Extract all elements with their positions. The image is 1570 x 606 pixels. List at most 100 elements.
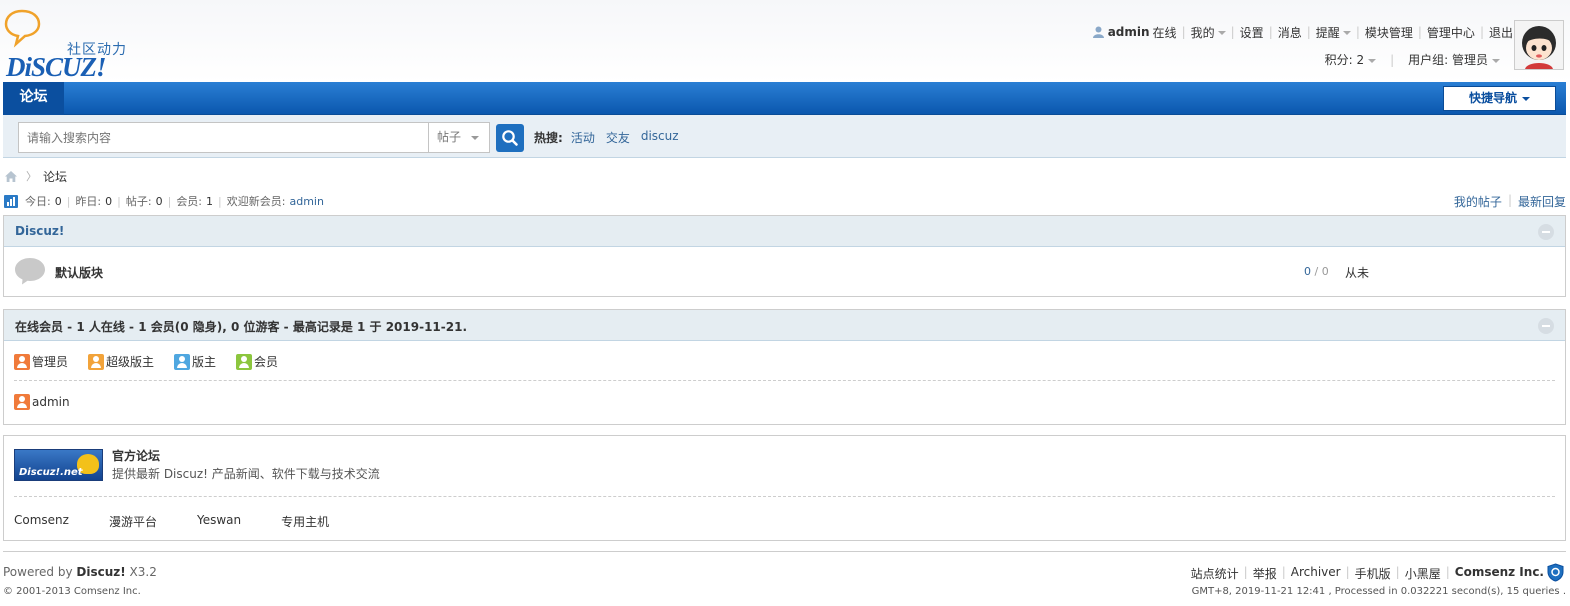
separator: |	[1268, 25, 1273, 39]
text-link[interactable]: Yeswan	[197, 513, 241, 530]
reminders-menu[interactable]: 提醒	[1316, 24, 1351, 41]
footer-link-blacklist[interactable]: 小黑屋	[1405, 565, 1441, 582]
footer-link-report[interactable]: 举报	[1253, 565, 1277, 582]
powered-brand-link[interactable]: Discuz!	[76, 565, 125, 579]
online-body: 管理员 超级版主 版主 会员 admin	[4, 341, 1565, 425]
breadcrumb: 〉 论坛	[4, 168, 67, 184]
reminders-label: 提醒	[1315, 25, 1340, 40]
online-user: admin	[14, 394, 70, 410]
chevron-down-icon	[1368, 58, 1377, 63]
separator: |	[1230, 25, 1235, 39]
hot-search: 热搜: 活动 交友 discuz	[534, 129, 690, 146]
search-bar: 帖子 热搜: 活动 交友 discuz	[3, 115, 1566, 158]
usergroup-menu[interactable]: 用户组: 管理员	[1408, 51, 1500, 68]
newest-member-link[interactable]: admin	[289, 195, 323, 208]
stat-yesterday-value: 0	[105, 194, 113, 208]
security-shield-icon[interactable]	[1547, 563, 1564, 582]
text-link[interactable]: Comsenz	[14, 513, 69, 530]
chevron-down-icon	[1342, 31, 1351, 35]
stat-welcome-label: 欢迎新会员:	[226, 195, 286, 208]
copyright: © 2001-2013 Comsenz Inc.	[3, 586, 141, 597]
online-members: 在线会员 - 1 人在线 - 1 会员(0 隐身), 0 位游客 - 最高记录是…	[3, 309, 1566, 425]
logout-link[interactable]: 退出	[1489, 24, 1513, 41]
footer-link-archiver[interactable]: Archiver	[1291, 565, 1341, 582]
forum-last-post: 从未	[1345, 266, 1370, 280]
discuz-logo[interactable]: 社区动力 DiSCUZ!	[3, 8, 143, 82]
admin-user-icon	[14, 353, 30, 370]
stat-members-value: 1	[206, 194, 214, 208]
legend-item-super-moderator: 超级版主	[88, 353, 154, 370]
separator: |	[1281, 565, 1286, 579]
module-manage-link[interactable]: 模块管理	[1365, 24, 1413, 41]
collapse-icon[interactable]	[1538, 224, 1554, 240]
credits-menu[interactable]: 积分: 2	[1325, 51, 1377, 68]
search-icon	[502, 130, 518, 146]
stat-posts-label: 帖子:	[125, 195, 152, 208]
divider	[14, 380, 1555, 381]
forum-thread-count: 0	[1304, 265, 1311, 278]
footer-link-stats[interactable]: 站点统计	[1191, 565, 1239, 582]
text-links: Comsenz 漫游平台 Yeswan 专用主机	[14, 513, 369, 530]
legend-label: 管理员	[32, 355, 69, 369]
separator: |	[1390, 52, 1395, 67]
chevron-down-icon	[1492, 58, 1500, 63]
home-icon[interactable]	[4, 170, 18, 183]
powered-by: Powered by Discuz! X3.2	[3, 565, 157, 579]
legend-label: 会员	[254, 355, 279, 369]
discuz-net-logo-text: Discuz!.net	[19, 467, 83, 478]
hot-search-term[interactable]: 交友	[606, 129, 630, 146]
footer-company-link[interactable]: Comsenz Inc.	[1455, 565, 1544, 582]
nav-item-forum[interactable]: 论坛	[3, 82, 64, 115]
footer-links: 站点统计 | 举报 | Archiver | 手机版 | 小黑屋 | Comse…	[1191, 565, 1544, 582]
official-forum-link[interactable]: 官方论坛	[112, 447, 160, 464]
forum-category: Discuz! 默认版块 0 / 0 从未	[3, 215, 1566, 297]
separator: |	[1243, 565, 1248, 579]
text-link[interactable]: 专用主机	[281, 513, 329, 530]
collapse-icon[interactable]	[1538, 318, 1554, 334]
online-header: 在线会员 - 1 人在线 - 1 会员(0 隐身), 0 位游客 - 最高记录是…	[4, 310, 1565, 341]
logo-wordmark: DiSCUZ!	[6, 52, 107, 82]
search-type-select[interactable]: 帖子	[429, 122, 490, 153]
hot-search-term[interactable]: 活动	[571, 129, 595, 146]
forum-row: 默认版块 0 / 0 从未	[4, 247, 1565, 296]
separator: |	[1417, 25, 1422, 39]
footer-link-mobile[interactable]: 手机版	[1355, 565, 1391, 582]
username-link[interactable]: admin	[1108, 25, 1150, 39]
online-title: 在线会员 - 1 人在线 - 1 会员(0 隐身), 0 位游客 - 最高记录是…	[15, 320, 468, 334]
text-link[interactable]: 漫游平台	[109, 513, 157, 530]
credits-label: 积分: 2	[1324, 53, 1365, 67]
search-type-label: 帖子	[437, 130, 462, 144]
admin-center-link[interactable]: 管理中心	[1427, 24, 1475, 41]
category-title[interactable]: Discuz!	[15, 224, 64, 238]
discuz-net-logo[interactable]: Discuz!.net	[14, 449, 103, 481]
chevron-down-icon	[471, 136, 479, 140]
my-posts-link[interactable]: 我的帖子	[1454, 193, 1502, 210]
avatar[interactable]	[1514, 20, 1564, 70]
settings-link[interactable]: 设置	[1240, 24, 1264, 41]
forum-counts: 0 / 0	[1304, 265, 1329, 278]
my-menu[interactable]: 我的	[1191, 24, 1226, 41]
category-header: Discuz!	[4, 216, 1565, 247]
official-forum-desc: 提供最新 Discuz! 产品新闻、软件下载与技术交流	[112, 467, 380, 481]
header: 社区动力 DiSCUZ! admin 在线 | 我的 | 设置 | 消息 | 提…	[0, 0, 1570, 82]
friend-links: Discuz!.net 官方论坛 提供最新 Discuz! 产品新闻、软件下载与…	[3, 435, 1566, 541]
powered-prefix: Powered by	[3, 565, 77, 579]
messages-link[interactable]: 消息	[1278, 24, 1302, 41]
legend-item-member: 会员	[236, 353, 278, 370]
search-input[interactable]	[18, 122, 429, 153]
hot-search-term[interactable]: discuz	[641, 129, 679, 146]
legend-label: 超级版主	[106, 355, 155, 369]
chevron-down-icon	[1217, 31, 1226, 35]
top-user-nav: admin 在线 | 我的 | 设置 | 消息 | 提醒 | 模块管理 | 管理…	[1092, 24, 1513, 41]
search-button[interactable]	[496, 124, 524, 152]
forum-name-link[interactable]: 默认版块	[55, 264, 103, 281]
latest-replies-link[interactable]: 最新回复	[1518, 193, 1566, 210]
separator: |	[1395, 565, 1400, 579]
quick-nav-button[interactable]: 快捷导航	[1443, 86, 1556, 111]
chevron-down-icon	[1522, 96, 1530, 101]
separator: |	[1181, 25, 1186, 39]
avatar-face-icon	[1515, 21, 1563, 69]
forum-stats: 今日: 0 | 昨日: 0 | 帖子: 0 | 会员: 1 | 欢迎新会员: admin	[4, 193, 324, 209]
online-user-link[interactable]: admin	[32, 395, 70, 409]
separator: |	[117, 194, 121, 208]
